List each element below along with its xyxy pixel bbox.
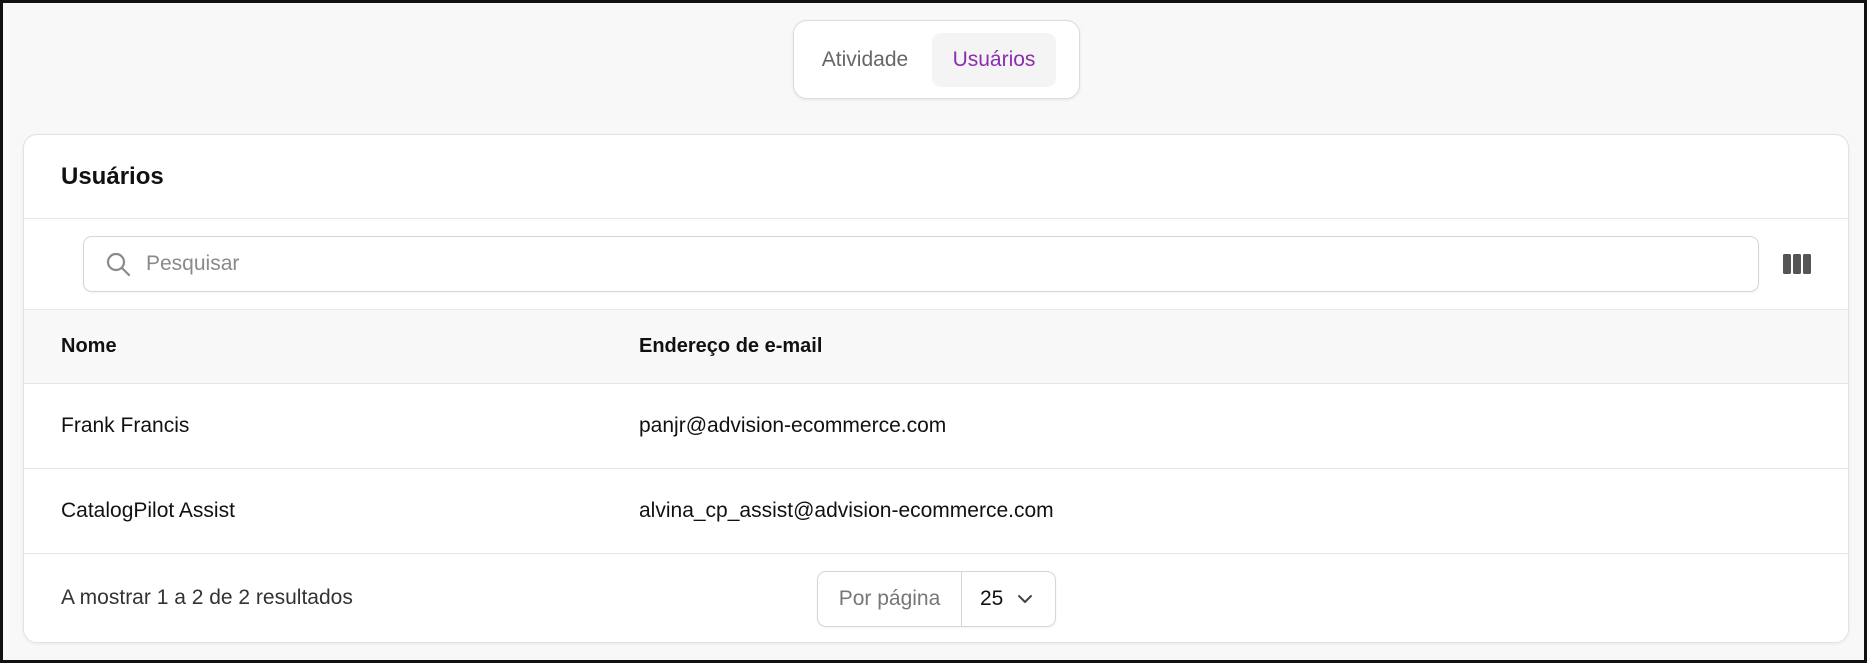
per-page-control: Por página 25 <box>817 570 1056 627</box>
table-row[interactable]: Frank Francis panjr@advision-ecommerce.c… <box>24 383 1848 469</box>
column-header-email[interactable]: Endereço de e-mail <box>639 310 1848 384</box>
cell-name: Frank Francis <box>24 383 639 469</box>
card-title: Usuários <box>61 162 164 190</box>
users-table: Nome Endereço de e-mail Frank Francis pa… <box>24 310 1848 554</box>
search-input[interactable] <box>146 244 1758 284</box>
per-page-select[interactable]: 25 <box>962 572 1055 626</box>
per-page-value: 25 <box>980 586 1004 610</box>
search-icon <box>106 252 131 277</box>
app-frame: Atividade Usuários Usuários Pesquisar No… <box>0 0 1867 663</box>
tab-switcher: Atividade Usuários <box>793 20 1080 99</box>
table-header-row: Nome Endereço de e-mail <box>24 310 1848 384</box>
cell-email: panjr@advision-ecommerce.com <box>639 383 1848 469</box>
column-header-nome[interactable]: Nome <box>24 310 639 384</box>
search-box[interactable] <box>83 236 1759 292</box>
table-toolbar <box>24 219 1848 310</box>
cell-name: CatalogPilot Assist <box>24 468 639 554</box>
card-header: Usuários <box>24 135 1848 219</box>
tab-atividade[interactable]: Atividade <box>806 33 924 87</box>
results-summary: A mostrar 1 a 2 de 2 resultados <box>61 585 353 609</box>
per-page-label: Por página <box>818 571 962 626</box>
tab-usuarios[interactable]: Usuários <box>932 32 1056 87</box>
pagination-footer: A mostrar 1 a 2 de 2 resultados Por pági… <box>24 554 1848 643</box>
table-row[interactable]: CatalogPilot Assist alvina_cp_assist@adv… <box>24 468 1848 554</box>
cell-email: alvina_cp_assist@advision-ecommerce.com <box>639 468 1848 554</box>
columns-icon[interactable] <box>1782 250 1812 278</box>
users-card: Usuários Nome Endereço de e-mail <box>23 134 1849 643</box>
chevron-down-icon <box>1018 594 1033 603</box>
